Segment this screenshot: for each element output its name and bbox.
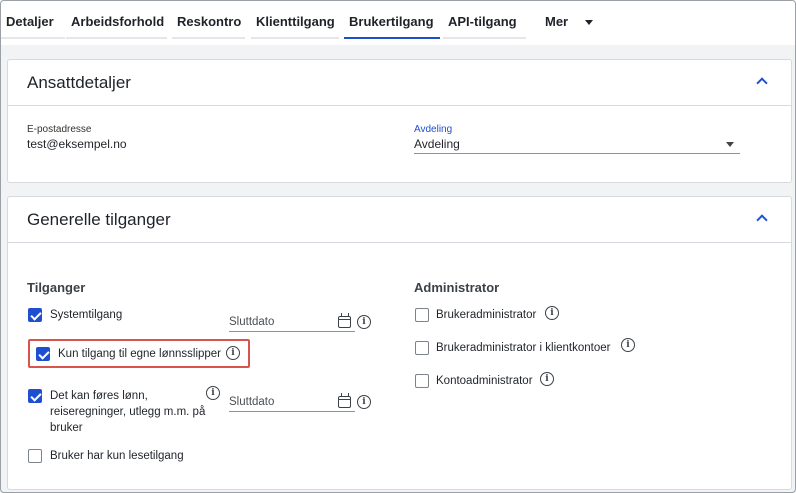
read-only-checkbox[interactable] [28,449,42,463]
tab-mer-label: Mer [545,14,569,29]
calendar-icon[interactable] [338,313,351,328]
tab-arbeidsforhold[interactable]: Arbeidsforhold [66,1,167,39]
general-access-header[interactable]: Generelle tilganger [8,197,791,243]
end-date-placeholder: Sluttdato [229,316,275,328]
brukeradmin-klientkontoer-checkbox[interactable] [415,341,429,355]
app-frame: Detaljer Arbeidsforhold Reskontro Klient… [0,0,796,493]
department-select[interactable] [414,153,740,154]
kun-egne-lonnsslipper-checkbox[interactable] [36,347,50,361]
kun-egne-lonnsslipper-label: Kun tilgang til egne lønnsslipper [58,348,222,360]
brukeradmin-klientkontoer-label: Brukeradministrator i klientkontoer [436,342,611,354]
chevron-down-icon[interactable] [585,20,593,25]
systemtilgang-end-date-field[interactable]: Sluttdato [229,313,355,332]
tab-detaljer[interactable]: Detaljer [1,1,65,39]
payroll-on-user-checkbox[interactable] [28,389,42,403]
department-dropdown-icon[interactable] [726,142,734,147]
employee-details-header[interactable]: Ansattdetaljer [8,60,791,106]
payroll-on-user-label: Det kan føres lønn, reiseregninger, utle… [50,390,206,434]
tab-bar: Detaljer Arbeidsforhold Reskontro Klient… [1,1,795,45]
access-heading: Tilganger [27,280,86,295]
info-icon[interactable]: i [357,315,371,329]
brukeradministrator-checkbox[interactable] [415,308,429,322]
info-icon[interactable]: i [621,338,635,352]
brukeradministrator-label: Brukeradministrator [436,309,537,321]
chevron-up-icon[interactable] [756,214,768,226]
kontoadministrator-label: Kontoadministrator [436,375,533,387]
info-icon[interactable]: i [357,395,371,409]
info-icon[interactable]: i [540,372,554,386]
chevron-up-icon[interactable] [756,77,768,89]
kontoadministrator-checkbox[interactable] [415,374,429,388]
general-access-card: Generelle tilganger Tilganger Administra… [7,196,792,490]
tab-brukertilgang[interactable]: Brukertilgang [344,1,440,39]
employee-details-card: Ansattdetaljer E-postadresse test@eksemp… [7,59,792,183]
info-icon[interactable]: i [226,346,240,360]
payroll-end-date-field[interactable]: Sluttdato [229,393,355,412]
email-value: test@eksempel.no [27,137,127,151]
read-only-label: Bruker har kun lesetilgang [50,450,184,462]
email-label: E-postadresse [27,124,92,135]
employee-details-title: Ansattdetaljer [27,73,131,92]
department-select-value[interactable]: Avdeling [414,137,460,151]
calendar-icon[interactable] [338,393,351,408]
info-icon[interactable]: i [206,386,220,400]
info-icon[interactable]: i [545,306,559,320]
tab-reskontro[interactable]: Reskontro [172,1,245,39]
tab-api-tilgang[interactable]: API-tilgang [443,1,526,39]
systemtilgang-label: Systemtilgang [50,309,123,321]
end-date-placeholder: Sluttdato [229,396,275,408]
admin-heading: Administrator [414,280,500,295]
tab-klienttilgang[interactable]: Klienttilgang [251,1,339,39]
general-access-title: Generelle tilganger [27,210,171,229]
systemtilgang-checkbox[interactable] [28,308,42,322]
department-label: Avdeling [414,124,453,135]
